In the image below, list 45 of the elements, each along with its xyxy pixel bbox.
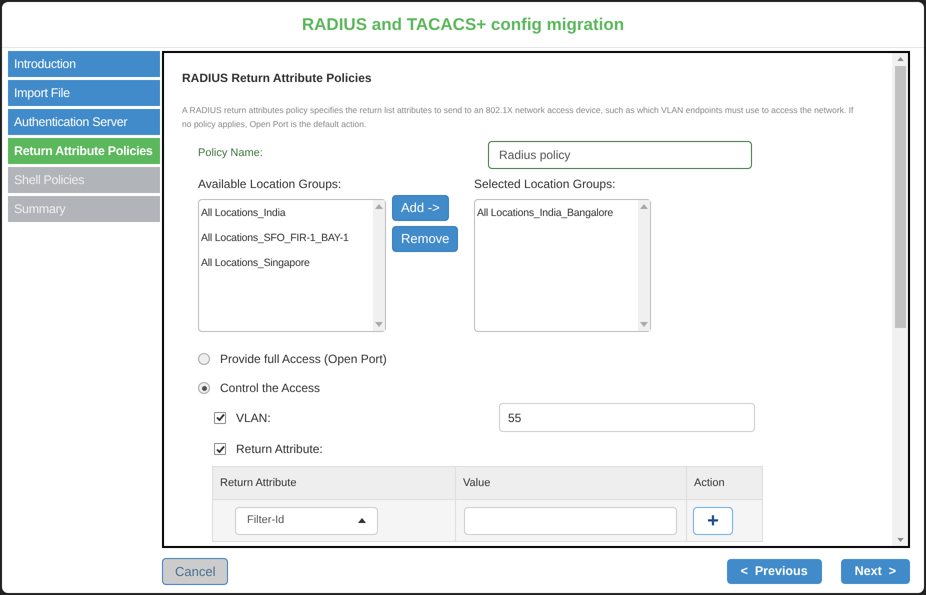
transfer-button[interactable]: Add -> (392, 195, 449, 221)
caret-icon (358, 518, 366, 523)
transfer-button[interactable]: Remove (392, 226, 458, 252)
value-field[interactable] (464, 506, 677, 534)
radio-button[interactable] (198, 353, 210, 365)
column-header: Return Attribute (212, 466, 456, 500)
sidebar-item[interactable]: Return Attribute Policies (8, 138, 160, 164)
list-option[interactable]: All Locations_Singapore (201, 256, 310, 272)
scroll-up-icon[interactable] (375, 204, 383, 209)
sidebar-item[interactable]: Import File (8, 80, 160, 106)
radio-label: Control the Access (220, 380, 320, 397)
add-row-button[interactable]: + (693, 506, 733, 534)
checkbox-label: VLAN: (236, 410, 272, 426)
list-option[interactable]: All Locations_India (201, 206, 286, 222)
scroll-down-icon[interactable] (896, 538, 904, 542)
radio-label: Provide full Access (Open Port) (220, 351, 387, 368)
next-button[interactable]: Next > (840, 559, 910, 584)
column-header: Value (456, 466, 686, 500)
sidebar-item[interactable]: Introduction (8, 51, 160, 77)
attribute-dropdown[interactable]: Filter-Id (235, 506, 378, 534)
list-box[interactable]: All Locations_India_Bangalore (474, 199, 651, 332)
scrollbar-thumb[interactable] (894, 66, 906, 328)
list-option[interactable]: All Locations_SFO_FIR-1_BAY-1 (201, 230, 349, 246)
sidebar-item[interactable]: Authentication Server (8, 109, 160, 135)
scroll-up-icon[interactable] (896, 57, 904, 61)
list-box[interactable]: All Locations_India All Locations_SFO_FIR-1_BAY-1 All Locations_Singapore (198, 199, 386, 332)
scrollbar[interactable] (892, 53, 908, 546)
field-label: Policy Name: (198, 146, 264, 161)
field-label: Selected Location Groups: (474, 176, 616, 193)
radio-button[interactable] (198, 382, 210, 394)
field-label: Available Location Groups: (198, 176, 342, 193)
cancel-button[interactable]: Cancel (162, 558, 228, 585)
list-option[interactable]: All Locations_India_Bangalore (477, 206, 614, 222)
section-heading: RADIUS Return Attribute Policies (182, 70, 373, 87)
vlan-field[interactable]: 55 (499, 403, 755, 432)
window-title: RADIUS and TACACS+ config migration (302, 14, 624, 36)
previous-button[interactable]: < Previous (726, 559, 822, 584)
scroll-down-icon[interactable] (375, 322, 383, 327)
checkbox[interactable] (214, 443, 226, 455)
scroll-up-icon[interactable] (640, 204, 648, 209)
description-text: A RADIUS return attributes policy specifies the return list attributes to send to an 802.1X network access device, such as which VLAN endpoints must use to access the network. If no policy applies, Open Port is the default action. (182, 104, 854, 131)
policy-name-field[interactable]: Radius policy (488, 141, 752, 169)
scroll-down-icon[interactable] (640, 322, 648, 327)
checkbox[interactable] (214, 412, 226, 424)
checkbox-label: Return Attribute: (236, 441, 323, 458)
